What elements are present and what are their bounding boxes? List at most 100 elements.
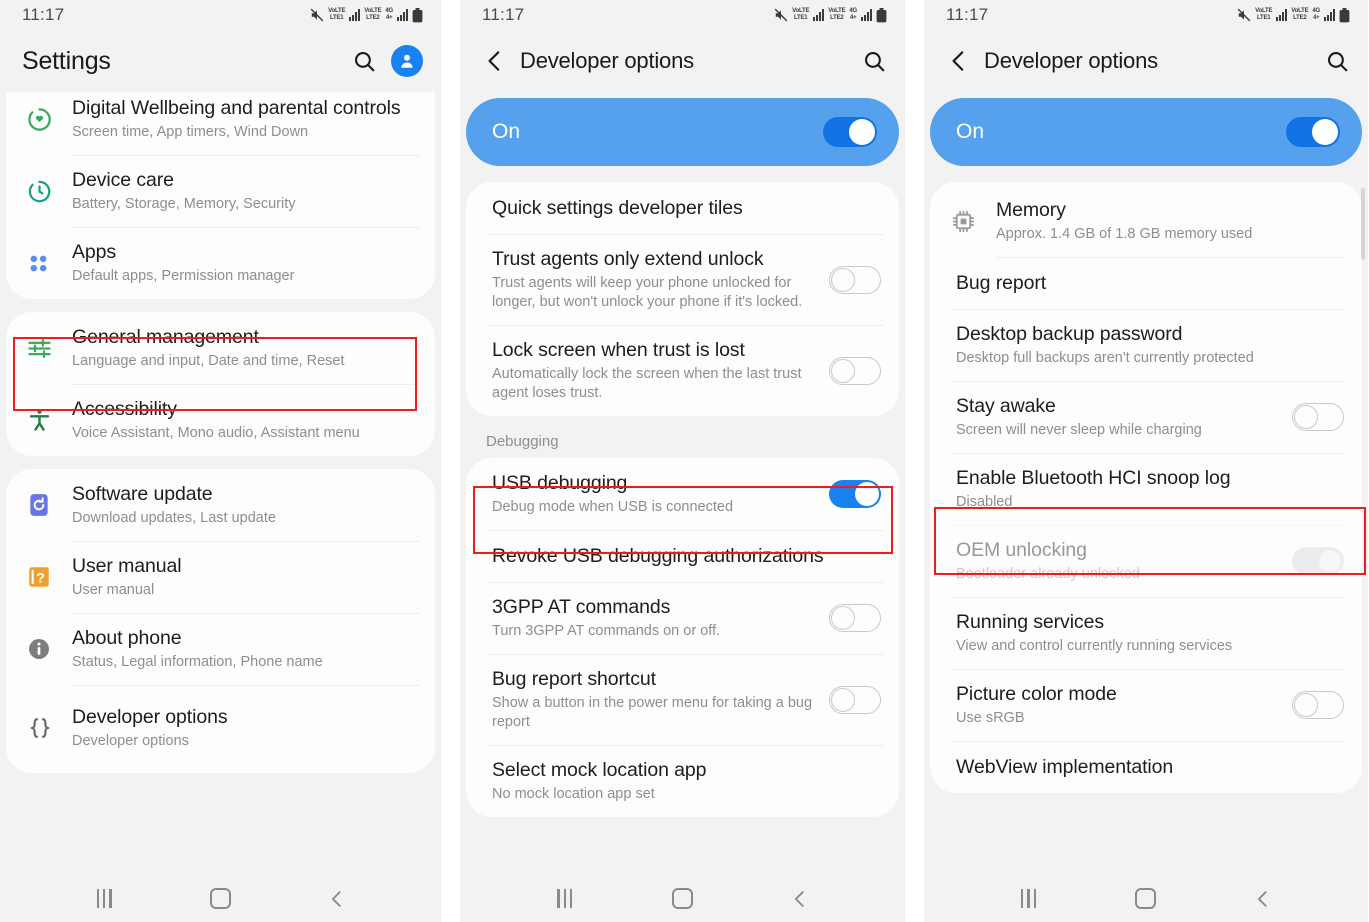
volte-sim2-icon: VoLTE LTE2 [1291,8,1309,21]
item-text: Trust agents only extend unlock Trust ag… [492,247,829,312]
list-item-stay-awake[interactable]: Stay awake Screen will never sleep while… [930,381,1362,453]
item-subtitle: Show a button in the power menu for taki… [492,695,813,730]
list-item-desktop-backup-password[interactable]: Desktop backup password Desktop full bac… [930,309,1362,381]
panel-divider-1 [441,0,460,922]
list-item-revoke-usb-auth[interactable]: Revoke USB debugging authorizations [466,530,899,582]
battery-icon [412,7,423,22]
stay-awake-toggle[interactable] [1292,403,1344,431]
signal-sim1-icon [349,9,361,21]
vertical-scrollbar[interactable] [1361,188,1365,260]
4g-icon: 4G 4+ [1312,8,1320,21]
item-title: Select mock location app [492,759,707,781]
item-subtitle: Use sRGB [956,710,1025,726]
master-toggle-switch[interactable] [823,117,877,147]
item-text: Developer options Developer options [72,705,417,751]
item-title: Picture color mode [956,683,1117,705]
item-text: Bug report [956,271,1344,296]
back-chevron-icon[interactable] [482,48,508,74]
user-manual-icon: ? [26,564,72,590]
item-subtitle: No mock location app set [492,786,655,802]
item-subtitle: Screen time, App timers, Wind Down [72,124,309,140]
developer-options-master-toggle[interactable]: On [930,98,1362,166]
item-text: 3GPP AT commands Turn 3GPP AT commands o… [492,595,829,641]
search-icon[interactable] [862,49,887,74]
list-item-quick-settings-tiles[interactable]: Quick settings developer tiles [466,182,899,234]
settings-group-a: Digital Wellbeing and parental controls … [6,92,435,299]
item-title: USB debugging [492,472,628,494]
list-item-select-mock-location[interactable]: Select mock location app No mock locatio… [466,745,899,817]
status-clock: 11:17 [946,5,989,24]
sidebar-item-accessibility[interactable]: Accessibility Voice Assistant, Mono audi… [6,384,435,456]
sliders-icon [26,335,72,362]
developer-options-master-toggle[interactable]: On [466,98,899,166]
sidebar-item-software-update[interactable]: Software update Download updates, Last u… [6,469,435,541]
item-text: Memory Approx. 1.4 GB of 1.8 GB memory u… [996,198,1344,244]
list-item-picture-color-mode[interactable]: Picture color mode Use sRGB [930,669,1362,741]
search-icon[interactable] [1325,49,1350,74]
app-bar-actions [1325,49,1350,74]
list-item-running-services[interactable]: Running services View and control curren… [930,597,1362,669]
signal-sim2-icon [397,9,408,21]
sidebar-item-digital-wellbeing[interactable]: Digital Wellbeing and parental controls … [6,92,435,155]
sidebar-item-general-management[interactable]: General management Language and input, D… [6,312,435,384]
item-text: WebView implementation [956,755,1344,780]
item-subtitle: Status, Legal information, Phone name [72,654,323,670]
list-item-memory[interactable]: Memory Approx. 1.4 GB of 1.8 GB memory u… [930,182,1362,257]
3gpp-at-commands-toggle[interactable] [829,604,881,632]
recents-icon[interactable] [91,886,117,912]
item-title: Bug report shortcut [492,668,656,690]
developer-options-list[interactable]: On Quick settings developer tiles Trust … [460,92,905,875]
list-item-3gpp-at-commands[interactable]: 3GPP AT commands Turn 3GPP AT commands o… [466,582,899,654]
recents-icon[interactable] [552,886,578,912]
item-subtitle: Default apps, Permission manager [72,268,295,284]
item-subtitle: View and control currently running servi… [956,638,1233,654]
item-title: User manual [72,555,182,577]
item-title: General management [72,326,259,348]
sidebar-item-apps[interactable]: Apps Default apps, Permission manager [6,227,435,299]
recents-icon[interactable] [1016,886,1042,912]
back-icon[interactable] [1250,886,1276,912]
back-chevron-icon[interactable] [946,48,972,74]
developer-options-list[interactable]: On Memory Approx. 1.4 GB of 1.8 GB memor… [924,92,1368,875]
sidebar-item-developer-options[interactable]: Developer options Developer options [6,685,435,773]
back-icon[interactable] [787,886,813,912]
usb-debugging-toggle[interactable] [829,480,881,508]
settings-app-bar: Settings [0,30,441,92]
sidebar-item-about-phone[interactable]: About phone Status, Legal information, P… [6,613,435,685]
status-clock: 11:17 [482,5,525,24]
item-text: Bug report shortcut Show a button in the… [492,667,829,732]
master-toggle-switch[interactable] [1286,117,1340,147]
list-item-bluetooth-hci-snoop-log[interactable]: Enable Bluetooth HCI snoop log Disabled [930,453,1362,525]
item-title: Desktop backup password [956,323,1183,345]
list-item-bug-report-shortcut[interactable]: Bug report shortcut Show a button in the… [466,654,899,745]
volte-sim2-icon: VoLTE LTE2 [364,8,382,21]
item-text: USB debugging Debug mode when USB is con… [492,471,829,517]
settings-list[interactable]: Digital Wellbeing and parental controls … [0,92,441,875]
item-text: Digital Wellbeing and parental controls … [72,96,417,142]
page-title: Settings [22,46,111,75]
list-item-oem-unlocking[interactable]: OEM unlocking Bootloader already unlocke… [930,525,1362,597]
bug-report-shortcut-toggle[interactable] [829,685,881,714]
back-icon[interactable] [324,886,350,912]
item-title: Trust agents only extend unlock [492,248,764,270]
sidebar-item-device-care[interactable]: Device care Battery, Storage, Memory, Se… [6,155,435,227]
home-icon[interactable] [669,886,695,912]
list-item-usb-debugging[interactable]: USB debugging Debug mode when USB is con… [466,458,899,530]
item-title: Developer options [72,706,228,728]
sidebar-item-user-manual[interactable]: ? User manual User manual [6,541,435,613]
list-item-bug-report[interactable]: Bug report [930,257,1362,309]
list-item-webview-implementation[interactable]: WebView implementation [930,741,1362,793]
list-item-trust-agents[interactable]: Trust agents only extend unlock Trust ag… [466,234,899,325]
picture-color-mode-toggle[interactable] [1292,691,1344,719]
home-icon[interactable] [1133,886,1159,912]
home-icon[interactable] [207,886,233,912]
account-avatar-icon[interactable] [391,45,423,77]
list-item-lock-screen-trust[interactable]: Lock screen when trust is lost Automatic… [466,325,899,416]
item-text: About phone Status, Legal information, P… [72,626,417,672]
item-text: Enable Bluetooth HCI snoop log Disabled [956,466,1344,512]
trust-agents-toggle[interactable] [829,265,881,294]
signal-sim1-icon [813,9,825,21]
lock-screen-trust-toggle[interactable] [829,356,881,385]
item-subtitle: Bootloader already unlocked [956,566,1140,582]
search-icon[interactable] [352,49,377,74]
